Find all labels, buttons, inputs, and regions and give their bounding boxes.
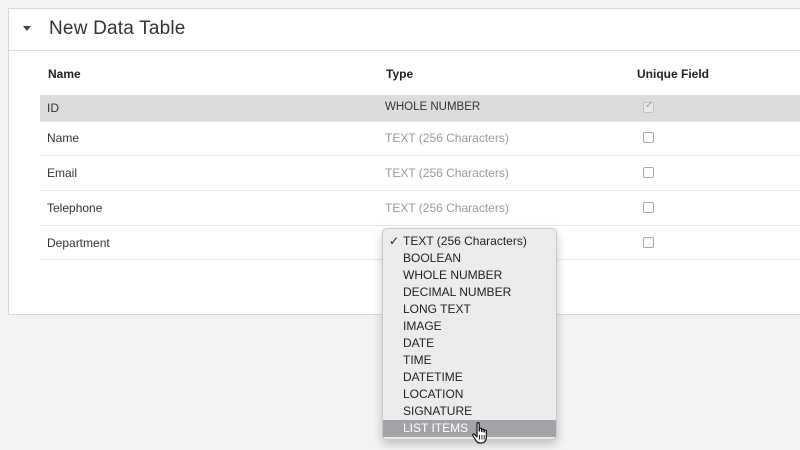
dropdown-option-datetime[interactable]: DATETIME: [383, 369, 556, 386]
panel-title: New Data Table: [49, 18, 186, 39]
row-type[interactable]: TEXT (256 Characters): [385, 166, 509, 180]
table-row[interactable]: ID WHOLE NUMBER ✓: [40, 95, 800, 121]
row-type[interactable]: TEXT (256 Characters): [385, 131, 509, 145]
table-row[interactable]: Name TEXT (256 Characters): [40, 125, 800, 151]
triangle-down-icon[interactable]: [23, 26, 31, 31]
hand-pointer-icon: [472, 422, 487, 444]
dropdown-option-boolean[interactable]: BOOLEAN: [383, 250, 556, 267]
dropdown-option-label: TIME: [403, 353, 432, 367]
row-divider: [40, 121, 800, 122]
unique-checkbox[interactable]: ✓: [643, 100, 654, 113]
dropdown-option-whole-number[interactable]: WHOLE NUMBER: [383, 267, 556, 284]
dropdown-option-label: LOCATION: [403, 387, 464, 401]
dropdown-option-image[interactable]: IMAGE: [383, 318, 556, 335]
dropdown-option-signature[interactable]: SIGNATURE: [383, 403, 556, 420]
dropdown-option-label: LONG TEXT: [403, 302, 471, 316]
dropdown-option-label: TEXT (256 Characters): [403, 234, 527, 248]
dropdown-option-label: DECIMAL NUMBER: [403, 285, 512, 299]
column-header-unique: Unique Field: [637, 67, 709, 81]
row-divider: [40, 225, 800, 226]
dropdown-option-label: LIST ITEMS: [403, 421, 469, 435]
dropdown-option-date[interactable]: DATE: [383, 335, 556, 352]
row-name[interactable]: Email: [47, 166, 77, 180]
unique-checkbox[interactable]: [643, 167, 654, 178]
row-divider: [40, 190, 800, 191]
dropdown-option-label: BOOLEAN: [403, 251, 462, 265]
row-name[interactable]: Name: [47, 131, 79, 145]
dropdown-option-label: DATE: [403, 336, 435, 350]
dropdown-option-label: WHOLE NUMBER: [403, 268, 503, 282]
dropdown-option-decimal-number[interactable]: DECIMAL NUMBER: [383, 284, 556, 301]
table-row[interactable]: Email TEXT (256 Characters): [40, 160, 800, 186]
panel-header[interactable]: New Data Table: [9, 9, 800, 51]
dropdown-option-list-items[interactable]: LIST ITEMS: [383, 420, 556, 437]
dropdown-option-label: IMAGE: [403, 319, 442, 333]
dropdown-option-label: DATETIME: [403, 370, 463, 384]
row-divider: [40, 155, 800, 156]
checkmark-icon: ✓: [645, 100, 654, 111]
dropdown-option-label: SIGNATURE: [403, 404, 473, 418]
dropdown-option-location[interactable]: LOCATION: [383, 386, 556, 403]
column-header-type: Type: [386, 67, 414, 81]
row-type[interactable]: TEXT (256 Characters): [385, 201, 509, 215]
dropdown-option-long-text[interactable]: LONG TEXT: [383, 301, 556, 318]
table-row[interactable]: Telephone TEXT (256 Characters): [40, 195, 800, 221]
dropdown-option-text[interactable]: ✓ TEXT (256 Characters): [383, 233, 556, 250]
row-name[interactable]: Department: [47, 236, 110, 250]
column-header-name: Name: [48, 67, 81, 81]
dropdown-option-time[interactable]: TIME: [383, 352, 556, 369]
unique-checkbox[interactable]: [643, 202, 654, 213]
row-name[interactable]: ID: [47, 101, 59, 115]
type-dropdown-menu[interactable]: ✓ TEXT (256 Characters) BOOLEAN WHOLE NU…: [382, 228, 557, 440]
checkmark-icon: ✓: [389, 234, 400, 248]
row-name[interactable]: Telephone: [47, 201, 102, 215]
unique-checkbox[interactable]: [643, 132, 654, 143]
row-type[interactable]: WHOLE NUMBER: [385, 101, 480, 113]
unique-checkbox[interactable]: [643, 237, 654, 248]
